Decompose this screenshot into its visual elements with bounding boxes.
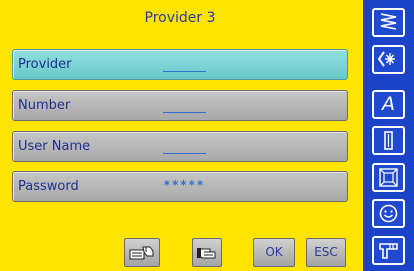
sidebar-item-quilt[interactable] <box>372 163 405 192</box>
provider-value <box>163 52 206 72</box>
pointing-hand-button[interactable] <box>192 238 222 267</box>
smiley-icon <box>379 204 398 223</box>
user-name-field[interactable]: User Name <box>12 131 348 162</box>
page-title: Provider 3 <box>144 10 216 26</box>
number-label: Number <box>18 98 71 113</box>
decorative-stitch-icon <box>378 51 395 67</box>
sidebar-item-smiley[interactable] <box>372 199 405 228</box>
sidebar: A <box>363 0 414 271</box>
sidebar-item-buttonhole[interactable] <box>372 126 405 155</box>
number-value <box>163 93 206 113</box>
keyboard-hand-icon <box>129 246 154 260</box>
keyboard-hand-button[interactable] <box>124 238 160 267</box>
buttonhole-icon <box>384 131 393 150</box>
password-field[interactable]: Password ***** <box>12 171 348 202</box>
hand-pointing-icon <box>197 248 216 259</box>
alphabet-icon: A <box>382 93 395 115</box>
zigzag-stitch-icon <box>380 13 397 30</box>
user-name-value <box>163 134 206 154</box>
ok-button[interactable]: OK <box>253 238 295 267</box>
sidebar-item-zigzag[interactable] <box>372 8 405 37</box>
sidebar-item-setup[interactable] <box>372 236 405 265</box>
esc-button[interactable]: ESC <box>306 238 346 267</box>
password-label: Password <box>18 179 79 194</box>
sidebar-item-decorative[interactable] <box>372 45 405 74</box>
provider-label: Provider <box>18 57 72 72</box>
provider-field[interactable]: Provider <box>12 49 348 80</box>
setup-icon <box>379 243 398 259</box>
password-value: ***** <box>163 178 206 192</box>
number-field[interactable]: Number <box>12 90 348 121</box>
quilt-icon <box>379 168 398 187</box>
user-name-label: User Name <box>18 139 91 154</box>
sidebar-item-alphabet[interactable]: A <box>372 90 405 119</box>
